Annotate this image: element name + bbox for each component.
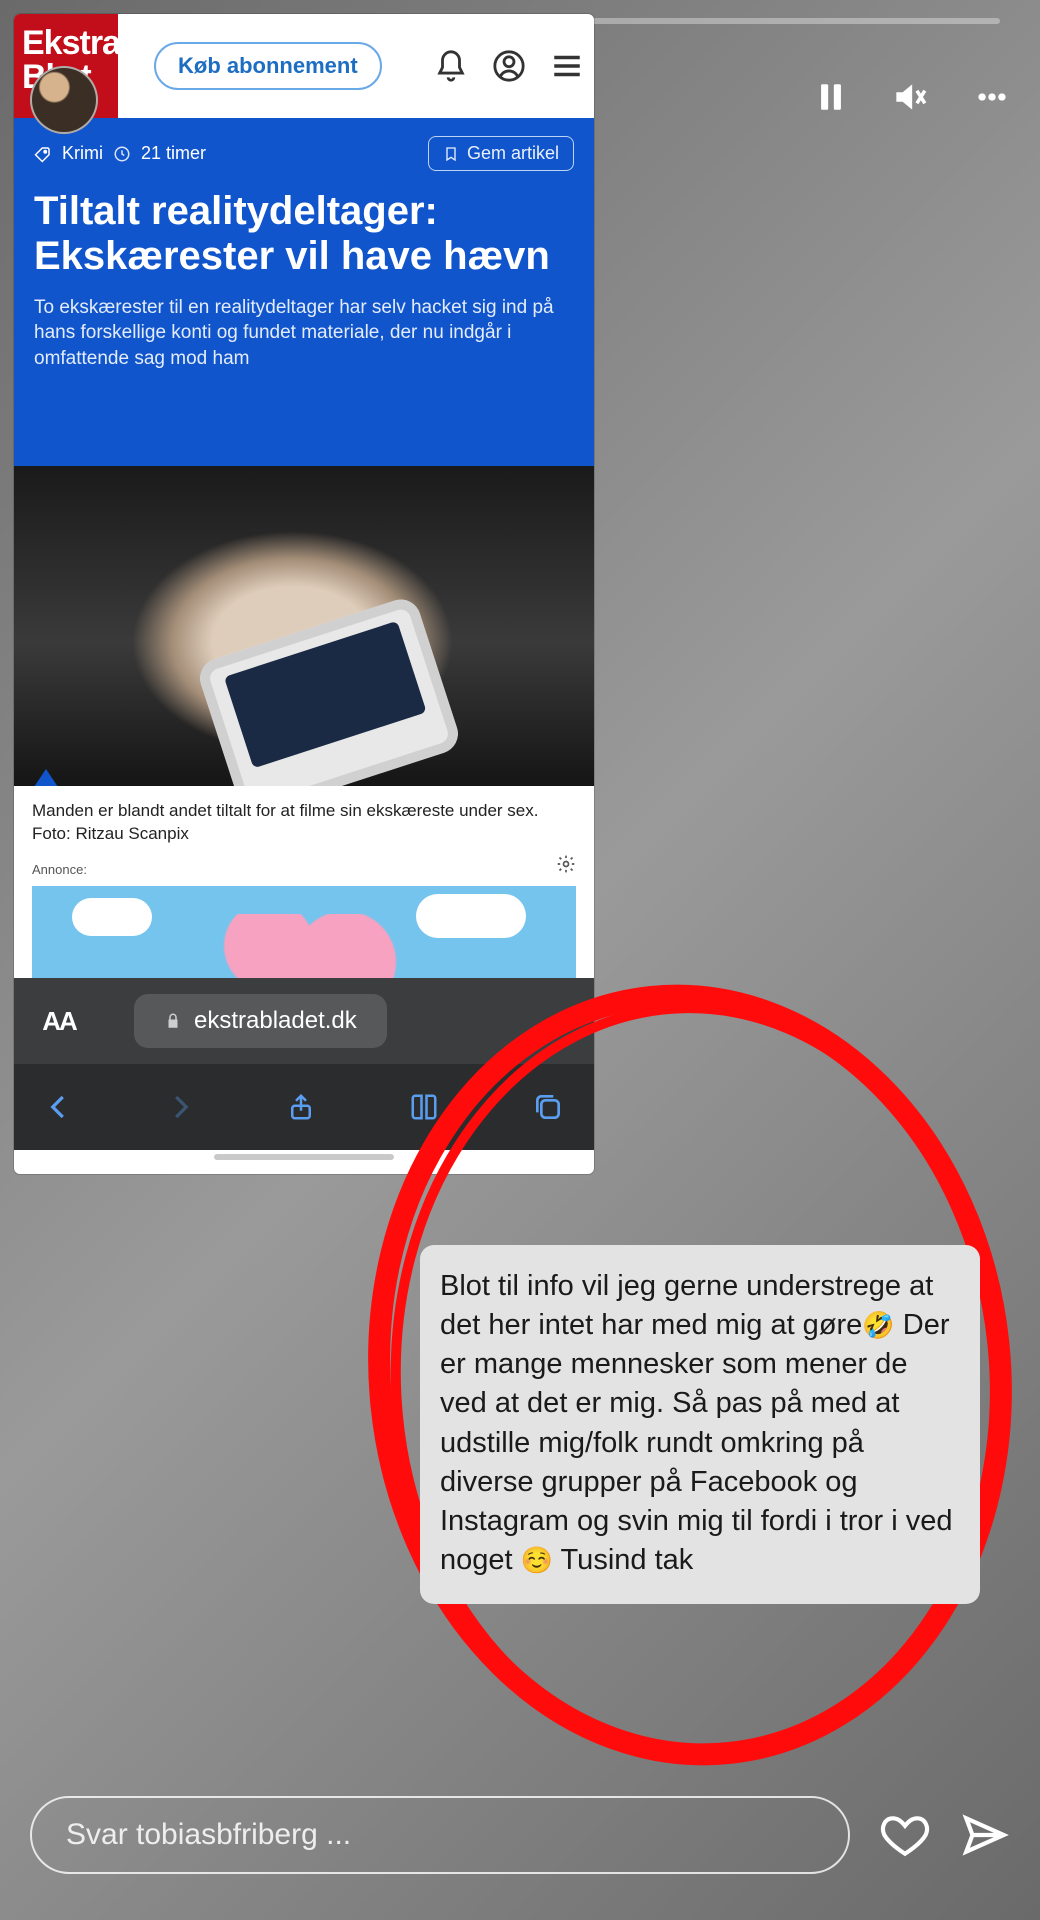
more-icon[interactable]: [970, 78, 1014, 116]
reader-aa-button[interactable]: AA: [14, 1006, 104, 1037]
bell-icon[interactable]: [434, 49, 468, 83]
save-article-label: Gem artikel: [467, 143, 559, 164]
bookmarks-icon[interactable]: [407, 1092, 441, 1122]
cartoon-pig: [212, 914, 402, 978]
safari-toolbar: [14, 1064, 594, 1150]
ad-settings-icon[interactable]: [556, 854, 576, 874]
rofl-emoji: 🤣: [862, 1310, 894, 1340]
pause-icon[interactable]: [814, 78, 848, 116]
note-text-2: Der er mange mennesker som mener de ved …: [440, 1309, 953, 1576]
reply-input[interactable]: Svar tobiasbfriberg ...: [30, 1796, 850, 1874]
phone-illustration: [195, 594, 463, 786]
tag-icon: [34, 145, 52, 163]
url-text: ekstrabladet.dk: [194, 1007, 357, 1035]
article-meta: Krimi 21 timer Gem artikel: [34, 136, 574, 171]
relaxed-emoji: ☺️: [521, 1545, 553, 1575]
avatar[interactable]: [30, 66, 98, 134]
home-indicator: [214, 1154, 394, 1160]
embedded-screenshot: Ekstra Bla t Køb abonnement Krimi: [14, 14, 594, 1174]
story-text-note: Blot til info vil jeg gerne understrege …: [420, 1245, 980, 1604]
ad-banner[interactable]: [32, 886, 576, 978]
ad-label: Annonce:: [32, 862, 87, 877]
cloud-shape: [72, 898, 152, 936]
cloud-shape: [416, 894, 526, 938]
share-icon[interactable]: [286, 1090, 316, 1124]
article-hero: Krimi 21 timer Gem artikel Tiltalt reali…: [14, 118, 594, 466]
story-controls: [814, 78, 1014, 116]
forward-icon[interactable]: [165, 1092, 195, 1122]
mute-icon[interactable]: [890, 78, 928, 116]
story-reply-bar: Svar tobiasbfriberg ...: [30, 1796, 1010, 1874]
article-headline: Tiltalt realitydeltager: Ekskærester vil…: [34, 189, 574, 279]
article-subhead: To ekskærester til en realitydeltager ha…: [34, 295, 574, 372]
image-caption: Manden er blandt andet tiltalt for at fi…: [14, 786, 594, 856]
reply-placeholder: Svar tobiasbfriberg ...: [66, 1818, 351, 1852]
save-article-button[interactable]: Gem artikel: [428, 136, 574, 171]
profile-icon[interactable]: [492, 49, 526, 83]
site-topnav: Køb abonnement: [154, 38, 584, 94]
back-icon[interactable]: [44, 1092, 74, 1122]
image-marker: [34, 769, 58, 786]
note-text-3: Tusind tak: [553, 1544, 693, 1576]
like-icon[interactable]: [880, 1810, 930, 1860]
send-icon[interactable]: [960, 1810, 1010, 1860]
article-image: [14, 466, 594, 786]
hamburger-icon[interactable]: [550, 49, 584, 83]
clock-icon: [113, 145, 131, 163]
logo-line-1: Ekstra: [22, 26, 110, 60]
tabs-icon[interactable]: [532, 1091, 564, 1123]
article-tag[interactable]: Krimi: [62, 143, 103, 164]
url-field[interactable]: ekstrabladet.dk: [134, 994, 387, 1048]
subscribe-button[interactable]: Køb abonnement: [154, 42, 382, 90]
safari-address-bar: AA ekstrabladet.dk: [14, 978, 594, 1064]
note-text-1: Blot til info vil jeg gerne understrege …: [440, 1270, 933, 1341]
article-age: 21 timer: [141, 143, 206, 164]
